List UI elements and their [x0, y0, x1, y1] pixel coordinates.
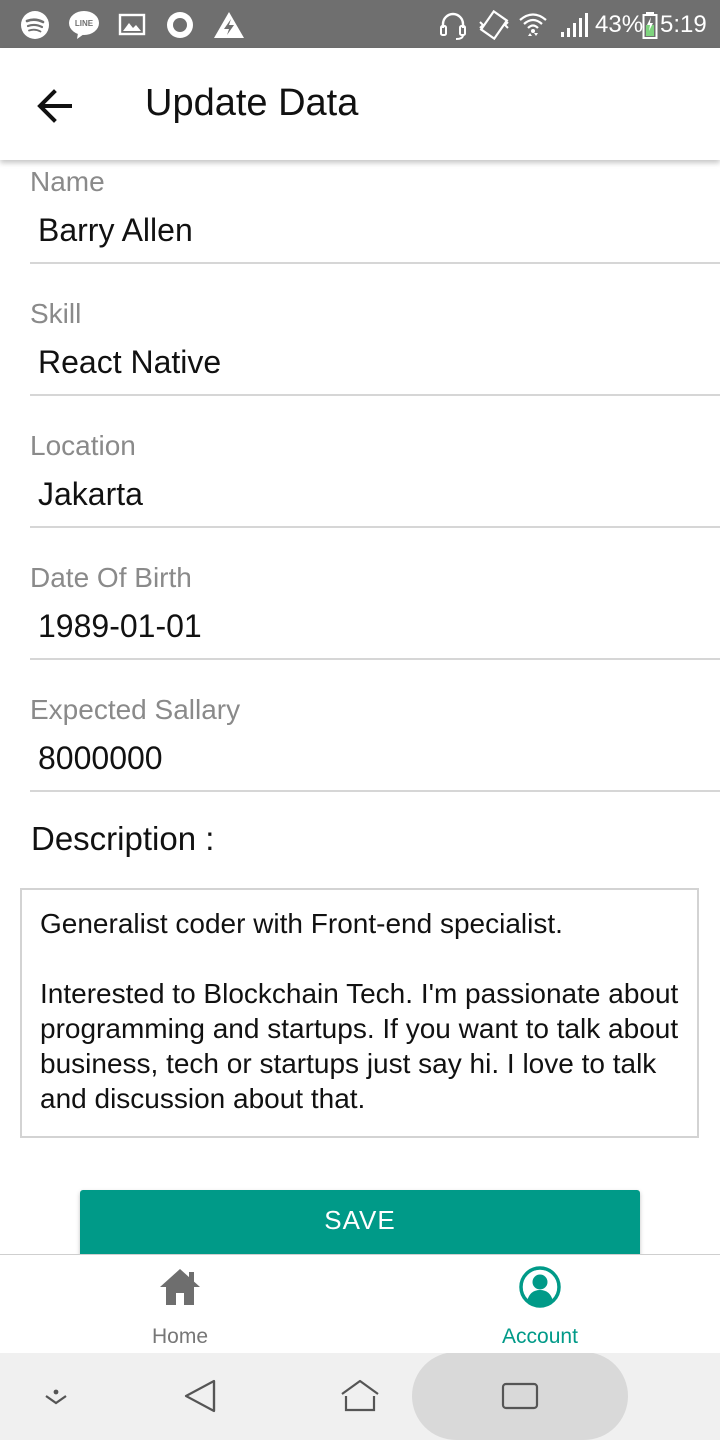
divider — [30, 790, 720, 792]
date-of-birth-label: Date Of Birth — [30, 562, 192, 593]
spotify-icon — [21, 11, 49, 39]
expected-salary-input[interactable] — [30, 732, 720, 784]
nav-account[interactable]: Account — [360, 1255, 720, 1353]
expected-salary-label: Expected Sallary — [30, 694, 241, 725]
skill-label: Skill — [30, 298, 82, 329]
location-input[interactable] — [30, 468, 720, 520]
system-back-button[interactable] — [170, 1352, 230, 1440]
home-icon — [160, 1269, 200, 1305]
svg-text:LINE: LINE — [75, 19, 94, 28]
app-bar: Update Data — [0, 48, 720, 160]
clock: 5:19 — [660, 11, 707, 38]
nav-account-label: Account — [502, 1325, 578, 1348]
recents-button[interactable] — [412, 1352, 628, 1440]
arrow-back-icon — [37, 89, 72, 123]
skill-input[interactable] — [30, 336, 720, 388]
divider — [30, 526, 720, 528]
collapse-icon — [45, 1389, 67, 1405]
divider — [30, 658, 720, 660]
date-of-birth-field: Date Of Birth — [30, 562, 720, 694]
vibrate-icon — [479, 10, 509, 40]
record-icon — [167, 12, 193, 38]
divider — [30, 262, 720, 264]
back-triangle-icon — [184, 1379, 216, 1413]
recents-icon — [501, 1382, 539, 1410]
description-textarea[interactable]: Generalist coder with Front-end speciali… — [20, 888, 699, 1138]
nav-home[interactable]: Home — [0, 1255, 360, 1353]
save-button[interactable]: SAVE — [80, 1190, 640, 1262]
system-home-button[interactable] — [330, 1352, 390, 1440]
page-title: Update Data — [145, 82, 359, 124]
wifi-icon — [519, 13, 547, 36]
divider — [30, 394, 720, 396]
back-button[interactable] — [28, 78, 84, 134]
line-icon: LINE — [69, 11, 99, 39]
name-input[interactable] — [30, 204, 720, 256]
name-label: Name — [30, 166, 105, 197]
status-bar: LINE 43% 5:19 — [0, 0, 720, 48]
home-outline-icon — [341, 1379, 379, 1412]
location-field: Location — [30, 430, 720, 562]
skill-field: Skill — [30, 298, 720, 430]
description-title: Description : — [31, 820, 215, 857]
signal-icon — [561, 13, 588, 37]
warning-icon — [214, 12, 244, 38]
battery-percent: 43% — [595, 11, 644, 38]
location-label: Location — [30, 430, 136, 461]
bottom-nav: Home Account — [0, 1254, 720, 1353]
headset-icon — [440, 12, 466, 40]
image-icon — [118, 13, 146, 36]
nav-home-label: Home — [151, 1325, 209, 1348]
collapse-button[interactable] — [30, 1352, 82, 1440]
system-nav-bar — [0, 1352, 720, 1440]
expected-salary-field: Expected Sallary — [30, 694, 720, 826]
name-field: Name — [30, 166, 720, 298]
battery-icon — [642, 12, 658, 39]
date-of-birth-input[interactable] — [30, 600, 720, 652]
account-icon — [519, 1266, 561, 1308]
